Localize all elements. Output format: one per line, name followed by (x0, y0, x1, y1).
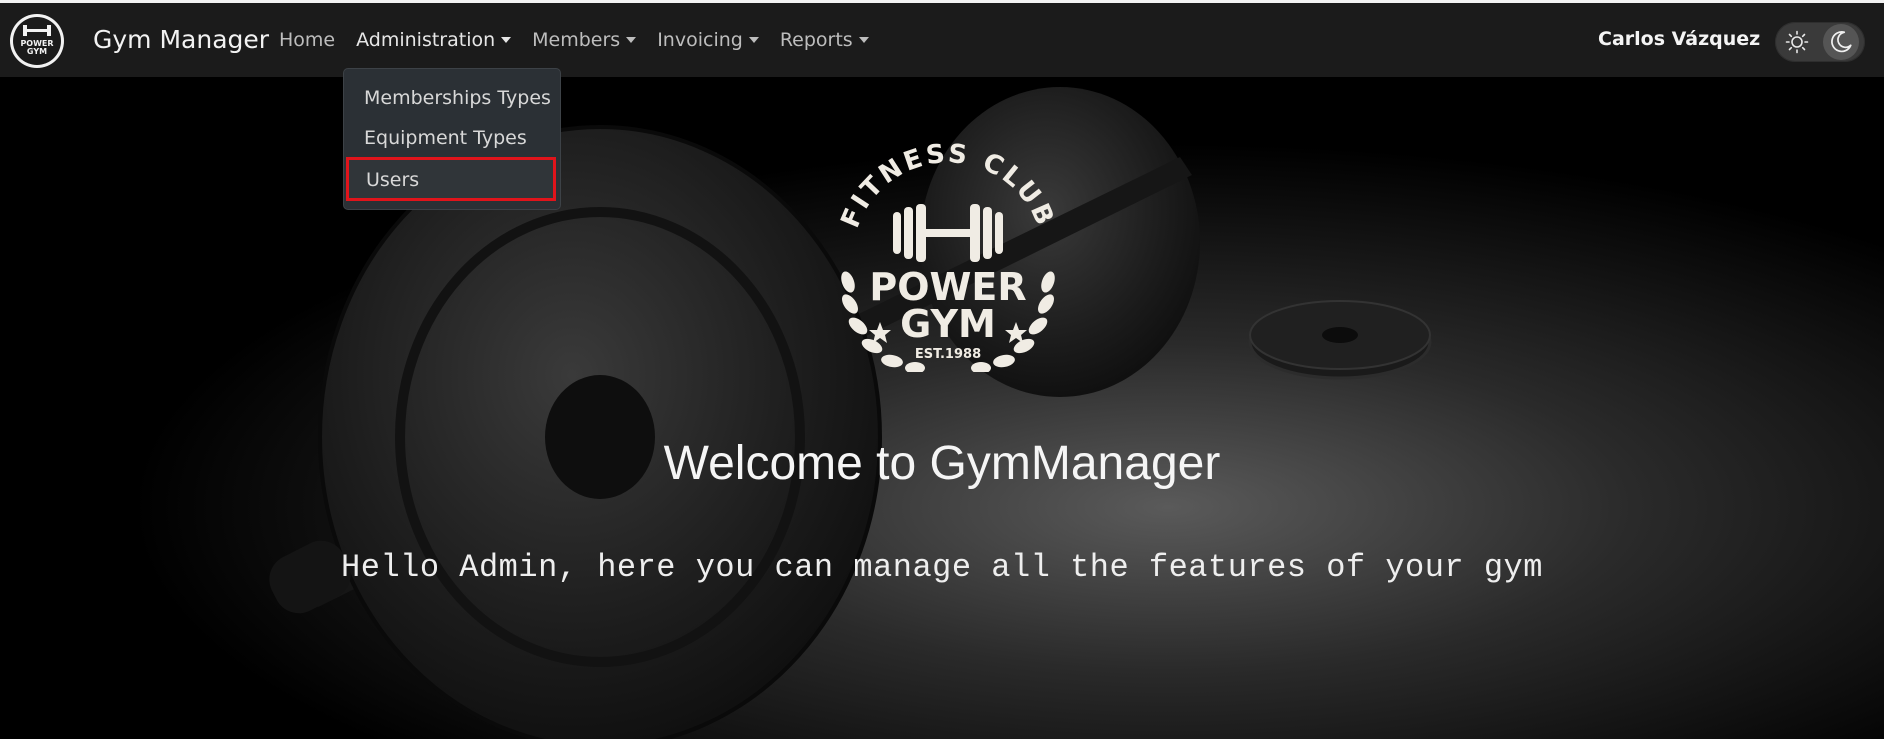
caret-down-icon (501, 37, 512, 43)
user-name[interactable]: Carlos Vázquez (1598, 28, 1760, 50)
caret-down-icon (748, 37, 759, 43)
dropdown-item-equipment-types[interactable]: Equipment Types (364, 127, 527, 149)
caret-down-icon (626, 37, 637, 43)
hero-section: FITNESS CLUB POWER GYM EST.1988 Welcome … (0, 77, 1884, 739)
nav-home[interactable]: Home (279, 29, 335, 51)
nav-menu: Home Administration Members Invoicing Re… (279, 29, 890, 51)
navbar: POWER GYM Gym Manager Home Administratio… (0, 3, 1884, 77)
theme-toggle[interactable] (1775, 22, 1865, 62)
caret-down-icon (858, 37, 869, 43)
power-gym-logo: FITNESS CLUB POWER GYM EST.1988 (835, 139, 1060, 372)
moon-icon (1831, 31, 1852, 53)
nav-home-label: Home (279, 29, 336, 51)
nav-members[interactable]: Members (532, 29, 637, 51)
toggle-knob[interactable] (1823, 24, 1859, 60)
dropdown-item-users-label: Users (366, 169, 420, 191)
dropdown-item-memberships-types[interactable]: Memberships Types (364, 87, 551, 109)
logo-est-text: EST.1988 (915, 347, 981, 362)
svg-text:FITNESS CLUB: FITNESS CLUB (835, 139, 1060, 232)
nav-administration[interactable]: Administration (356, 29, 512, 51)
nav-reports-label: Reports (779, 29, 853, 51)
sun-icon[interactable] (1785, 30, 1809, 54)
logo-gym-text: GYM (900, 302, 996, 346)
nav-members-label: Members (532, 29, 621, 51)
nav-reports[interactable]: Reports (780, 29, 869, 51)
hero-subtitle: Hello Admin, here you can manage all the… (341, 549, 1543, 586)
hero-title: Welcome to GymManager (663, 437, 1221, 490)
brand-logo[interactable]: POWER GYM (9, 13, 65, 69)
nav-invoicing-label: Invoicing (657, 29, 743, 51)
logo-arc-text: FITNESS CLUB (835, 139, 1057, 232)
nav-administration-label: Administration (356, 29, 496, 51)
dropdown-item-users[interactable]: Users (346, 157, 556, 201)
nav-invoicing[interactable]: Invoicing (657, 29, 759, 51)
svg-text:GYM: GYM (27, 47, 47, 56)
dumbbell-icon (893, 204, 1003, 262)
administration-dropdown: Memberships Types Equipment Types Users (343, 68, 561, 210)
brand-name[interactable]: Gym Manager (93, 25, 269, 54)
